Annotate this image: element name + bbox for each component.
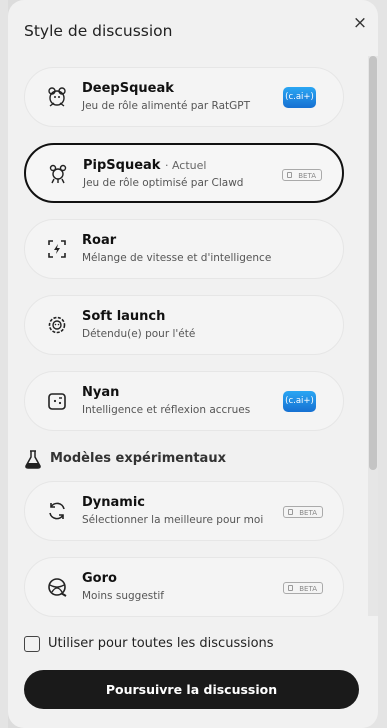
- cai-plus-badge: (c.ai+): [283, 391, 316, 412]
- model-subtitle: Jeu de rôle alimenté par RatGPT: [82, 100, 251, 112]
- model-option-dynamic[interactable]: Dynamic Sélectionner la meilleure pour m…: [24, 481, 344, 541]
- model-name: DeepSqueak: [82, 81, 174, 96]
- model-name: Nyan: [82, 385, 120, 400]
- beta-badge: BETA: [283, 582, 323, 594]
- model-option-soft-launch[interactable]: Soft launch Détendu(e) pour l'été: [24, 295, 344, 355]
- section-label: Modèles expérimentaux: [50, 451, 226, 466]
- model-subtitle: Sélectionner la meilleure pour moi: [82, 514, 264, 526]
- model-name-text: PipSqueak: [83, 158, 161, 173]
- flask-icon: [25, 450, 41, 469]
- model-name: Goro: [82, 571, 117, 586]
- model-subtitle: Moins suggestif: [82, 590, 164, 602]
- beta-label: BETA: [299, 585, 317, 593]
- use-for-all-label[interactable]: Utiliser pour toutes les discussions: [48, 636, 274, 651]
- scrollbar[interactable]: [368, 56, 378, 616]
- model-option-deepsqueak[interactable]: DeepSqueak Jeu de rôle alimenté par RatG…: [24, 67, 344, 127]
- lock-icon: [288, 585, 293, 591]
- lock-icon: [288, 509, 293, 515]
- model-subtitle: Jeu de rôle optimisé par Clawd: [83, 177, 244, 189]
- model-option-roar[interactable]: Roar Mélange de vitesse et d'intelligenc…: [24, 219, 344, 279]
- chat-style-dialog: Style de discussion × DeepSqueak Jeu de …: [8, 0, 378, 728]
- lock-icon: [287, 172, 292, 178]
- close-icon[interactable]: ×: [351, 14, 369, 32]
- deepsqueak-icon: [48, 87, 66, 107]
- pipsqueak-icon: [49, 164, 67, 184]
- background-left: [0, 0, 8, 728]
- model-name: Soft launch: [82, 309, 166, 324]
- beta-label: BETA: [299, 509, 317, 517]
- refresh-icon: [49, 502, 65, 520]
- scrollbar-thumb[interactable]: [369, 56, 377, 470]
- current-label: · Actuel: [164, 159, 207, 172]
- model-subtitle: Intelligence et réflexion accrues: [82, 404, 251, 416]
- goro-icon: [48, 578, 67, 597]
- nyan-icon: [48, 393, 66, 410]
- model-name: Roar: [82, 233, 117, 248]
- beta-badge: BETA: [283, 506, 323, 518]
- cai-plus-badge: (c.ai+): [283, 87, 316, 108]
- model-subtitle: Détendu(e) pour l'été: [82, 328, 196, 340]
- roar-icon: [48, 240, 66, 258]
- model-name: Dynamic: [82, 495, 146, 510]
- beta-label: BETA: [298, 172, 316, 180]
- model-option-nyan[interactable]: Nyan Intelligence et réflexion accrues (…: [24, 371, 344, 431]
- model-name: PipSqueak · Actuel: [83, 158, 206, 173]
- dialog-title: Style de discussion: [24, 22, 173, 40]
- use-for-all-checkbox[interactable]: [24, 636, 40, 652]
- beta-badge: BETA: [282, 169, 322, 181]
- model-option-goro[interactable]: Goro Moins suggestif BETA: [24, 557, 344, 617]
- continue-chat-button[interactable]: Poursuivre la discussion: [24, 670, 359, 709]
- model-option-pipsqueak[interactable]: PipSqueak · Actuel Jeu de rôle optimisé …: [24, 143, 344, 203]
- model-subtitle: Mélange de vitesse et d'intelligence: [82, 252, 272, 264]
- soft-launch-icon: [48, 316, 66, 334]
